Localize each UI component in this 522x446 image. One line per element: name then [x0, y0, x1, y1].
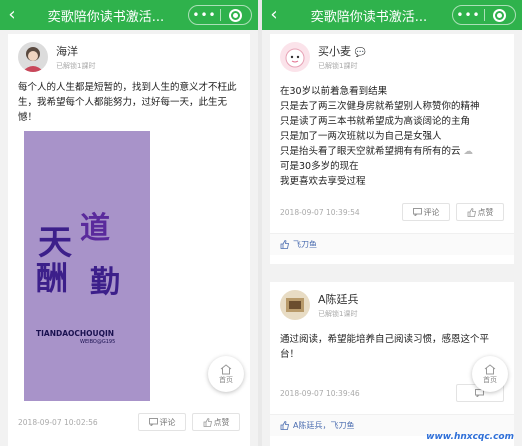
- comment-icon: [148, 418, 158, 426]
- thumbs-up-icon: [467, 207, 476, 217]
- more-menu-button[interactable]: •••: [189, 6, 220, 24]
- post-time: 2018-09-07 10:39:54: [280, 207, 360, 217]
- post-author: A陈廷兵 已解锁1课时: [270, 282, 514, 326]
- thumbs-up-icon: [203, 417, 212, 427]
- target-icon: [493, 8, 507, 22]
- comment-label: 评论: [423, 207, 440, 217]
- post-line: 只是抬头看了眼天空就希望拥有有所有的云 ☁: [280, 144, 504, 159]
- post-line: 可是30多岁的现在: [280, 161, 359, 172]
- post-text: 每个人的人生都是短暂的，找到人生的意义才不枉此生，我希望每个人都能努力，过好每一…: [18, 82, 237, 123]
- thumbs-up-icon: [280, 240, 289, 249]
- comment-icon: [412, 208, 422, 216]
- like-button[interactable]: 点赞: [456, 203, 504, 221]
- poster-caption-small: WEIBO@G195: [80, 339, 116, 345]
- poster-char: 酬: [36, 259, 69, 297]
- close-mini-program-button[interactable]: [485, 8, 515, 22]
- post-line: 我更喜欢去享受过程: [280, 176, 366, 187]
- like-label: 点赞: [477, 207, 494, 217]
- comment-label: 评论: [159, 417, 176, 427]
- post-card: 买小麦 💬 已解锁1課时 在30岁以前着急看到结果 只是去了两三次健身房就希望别…: [270, 34, 514, 264]
- right-screen: ‹ 奕歌陪你读书激活... ••• 买小麦 💬 已解锁1課时 在30岁以前着急看…: [262, 0, 522, 446]
- post-line: 在30岁以前着急看到结果: [280, 86, 388, 97]
- username-text[interactable]: 买小麦: [318, 45, 351, 58]
- left-screen: ‹ 奕歌陪你读书激活... ••• 海洋 已解锁1課时 每个人的人生都是短暂的，…: [0, 0, 258, 446]
- post-text: 在30岁以前着急看到结果 只是去了两三次健身房就希望别人称赞你的精神 只是读了两…: [270, 78, 514, 191]
- like-button[interactable]: 点赞: [192, 413, 240, 431]
- liked-by-names[interactable]: A陈廷兵，飞刀鱼: [293, 420, 354, 431]
- post-footer: 2018-09-07 10:02:56 评论 点赞: [8, 407, 250, 437]
- home-icon: [220, 363, 232, 374]
- read-status: 已解锁1課时: [56, 62, 96, 70]
- back-chevron-icon[interactable]: ‹: [262, 0, 286, 30]
- mini-program-capsule: •••: [452, 5, 516, 25]
- username[interactable]: 海洋: [56, 43, 95, 59]
- read-status: 已解锁1课时: [318, 310, 358, 318]
- close-mini-program-button[interactable]: [221, 8, 251, 22]
- post-author: 海洋 已解锁1課时: [8, 34, 250, 78]
- post-text: 通过阅读，希望能培养自己阅读习惯，感恩这个平台！: [280, 334, 490, 360]
- post-line-text: 只是抬头看了眼天空就希望拥有有所有的云: [280, 146, 461, 157]
- post-line: 只是读了两三本书就希望成为高谈阔论的主角: [280, 116, 471, 127]
- mini-program-capsule: •••: [188, 5, 252, 25]
- target-icon: [229, 8, 243, 22]
- comment-button[interactable]: 评论: [138, 413, 186, 431]
- avatar[interactable]: [280, 42, 310, 72]
- home-button[interactable]: 首页: [472, 356, 508, 392]
- home-label: 首页: [219, 375, 233, 384]
- home-icon: [484, 363, 496, 374]
- site-watermark: www.hnxcqc.com: [426, 432, 514, 442]
- poster-caption: TIANDAOCHOUQIN: [36, 329, 115, 338]
- username: 买小麦 💬: [318, 43, 366, 59]
- poster-char: 勤: [90, 265, 120, 300]
- read-status: 已解锁1課时: [318, 62, 358, 70]
- post-author: 买小麦 💬 已解锁1課时: [270, 34, 514, 78]
- comment-button[interactable]: 评论: [402, 203, 450, 221]
- username[interactable]: A陈廷兵: [318, 291, 359, 307]
- nav-bar: ‹ 奕歌陪你读书激活... •••: [262, 0, 522, 30]
- speech-bubble-icon: 💬: [354, 48, 366, 58]
- home-button[interactable]: 首页: [208, 356, 244, 392]
- avatar[interactable]: [18, 42, 48, 72]
- liked-by-row: 飞刀鱼: [270, 233, 514, 255]
- like-label: 点赞: [213, 417, 230, 427]
- nav-bar: ‹ 奕歌陪你读书激活... •••: [0, 0, 258, 30]
- post-line: 只是加了一两次班就以为自己是女强人: [280, 131, 442, 142]
- avatar[interactable]: [280, 290, 310, 320]
- post-time: 2018-09-07 10:39:46: [280, 388, 360, 398]
- more-menu-button[interactable]: •••: [453, 6, 484, 24]
- post-image[interactable]: 天 道 酬 勤 TIANDAOCHOUQIN WEIBO@G195: [24, 131, 150, 401]
- cloud-icon: ☁: [463, 146, 474, 157]
- back-chevron-icon[interactable]: ‹: [0, 0, 24, 30]
- post-line: 只是去了两三次健身房就希望别人称赞你的精神: [280, 101, 480, 112]
- liked-by-names[interactable]: 飞刀鱼: [293, 239, 317, 250]
- post-time: 2018-09-07 10:02:56: [18, 417, 98, 427]
- home-label: 首页: [483, 375, 497, 384]
- post-footer: 2018-09-07 10:39:54 评论 点赞: [270, 197, 514, 227]
- thumbs-up-icon: [280, 421, 289, 430]
- poster-char: 道: [80, 211, 110, 246]
